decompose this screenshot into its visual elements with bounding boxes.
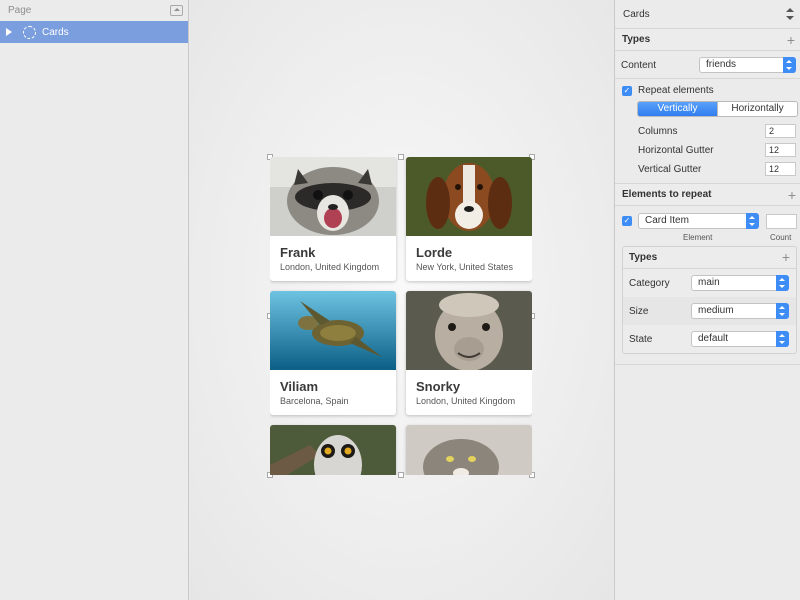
llama-photo — [406, 291, 532, 370]
inspector-panel: Cards Types + Content friends ✓ Repeat e… — [614, 0, 800, 600]
select-stepper-icon[interactable] — [783, 57, 796, 73]
raccoon-photo — [270, 157, 396, 236]
divider — [615, 78, 800, 79]
add-element-icon[interactable]: + — [788, 188, 796, 202]
horizontally-option[interactable]: Horizontally — [717, 102, 797, 116]
repeat-label: Repeat elements — [638, 85, 714, 96]
types-section-header: Types + — [615, 29, 800, 51]
card-item[interactable]: Snorky London, United Kingdom — [406, 291, 532, 415]
symbol-icon — [23, 25, 36, 39]
disclosure-triangle-icon[interactable] — [6, 28, 12, 36]
card-item[interactable]: Viliam Barcelona, Spain — [270, 291, 396, 415]
columns-field[interactable]: 2 — [765, 124, 796, 138]
repeat-checkbox[interactable]: ✓ — [622, 86, 632, 96]
content-select[interactable]: friends — [699, 57, 796, 73]
page-label: Page — [8, 5, 32, 16]
card-location: New York, United States — [416, 262, 514, 272]
size-label: Size — [629, 306, 649, 317]
vertical-gutter-field[interactable]: 12 — [765, 162, 796, 176]
select-stepper-icon[interactable] — [746, 213, 759, 229]
columns-label: Columns — [638, 126, 678, 137]
layer-row-cards[interactable]: Cards — [0, 21, 188, 43]
card-location: London, United Kingdom — [280, 262, 380, 272]
state-select-value: default — [698, 333, 729, 344]
collapse-icon[interactable] — [170, 5, 183, 16]
select-stepper-icon[interactable] — [776, 303, 789, 319]
element-select-value: Card Item — [645, 215, 689, 226]
horizontal-gutter-field[interactable]: 12 — [765, 143, 796, 157]
types-label: Types — [622, 34, 651, 45]
canvas[interactable]: Frank London, United Kingdom Lorde New Y… — [190, 0, 613, 600]
card-name: Snorky — [416, 379, 461, 394]
elements-section-header: Elements to repeat + — [615, 184, 800, 206]
add-type-icon[interactable]: + — [787, 33, 795, 47]
sea-turtle-photo — [270, 291, 396, 370]
count-column-label: Count — [770, 233, 792, 242]
card-item[interactable]: Frank London, United Kingdom — [270, 157, 396, 281]
element-select[interactable]: Card Item — [638, 213, 759, 229]
inspector-title: Cards — [623, 8, 650, 20]
card-location: London, United Kingdom — [416, 396, 516, 406]
layers-header: Page — [0, 0, 188, 21]
select-stepper-icon[interactable] — [776, 331, 789, 347]
card-location: Barcelona, Spain — [280, 396, 349, 406]
category-select[interactable]: main — [691, 275, 789, 291]
card-name: Viliam — [280, 379, 319, 394]
updown-arrows-icon[interactable] — [786, 8, 794, 20]
add-nested-type-icon[interactable]: + — [782, 250, 790, 264]
card-name: Lorde — [416, 245, 453, 260]
content-select-value: friends — [706, 59, 737, 70]
direction-segmented-control[interactable]: Vertically Horizontally — [637, 101, 798, 117]
manul-cat-photo — [406, 425, 532, 475]
card-item[interactable] — [406, 425, 532, 475]
category-label: Category — [629, 278, 670, 289]
vertically-option[interactable]: Vertically — [638, 102, 717, 116]
divider — [615, 364, 800, 365]
select-stepper-icon[interactable] — [776, 275, 789, 291]
lemur-photo — [270, 425, 396, 475]
cards-grid[interactable]: Frank London, United Kingdom Lorde New Y… — [270, 157, 532, 475]
element-column-label: Element — [683, 233, 713, 242]
card-item[interactable]: Lorde New York, United States — [406, 157, 532, 281]
layer-label: Cards — [42, 26, 69, 38]
horizontal-gutter-label: Horizontal Gutter — [638, 145, 714, 156]
state-row: State default — [623, 325, 796, 353]
card-name: Frank — [280, 245, 316, 260]
elements-label: Elements to repeat — [622, 189, 712, 200]
nested-types-label: Types — [629, 252, 658, 263]
size-row: Size medium — [623, 297, 796, 325]
card-item[interactable] — [270, 425, 396, 475]
inspector-title-bar[interactable]: Cards — [615, 0, 800, 29]
layers-panel: Page Cards — [0, 0, 189, 600]
nested-types-header: Types + — [623, 247, 796, 269]
content-row: Content friends — [615, 54, 800, 78]
category-select-value: main — [698, 277, 720, 288]
nested-types-box: Types + Category main Size medium State … — [622, 246, 797, 354]
category-row: Category main — [623, 269, 796, 297]
vertical-gutter-label: Vertical Gutter — [638, 164, 702, 175]
element-checkbox[interactable]: ✓ — [622, 216, 632, 226]
state-label: State — [629, 334, 653, 345]
state-select[interactable]: default — [691, 331, 789, 347]
beagle-photo — [406, 157, 532, 236]
size-select[interactable]: medium — [691, 303, 789, 319]
count-field[interactable] — [766, 214, 797, 229]
content-label: Content — [621, 60, 657, 71]
size-select-value: medium — [698, 305, 734, 316]
